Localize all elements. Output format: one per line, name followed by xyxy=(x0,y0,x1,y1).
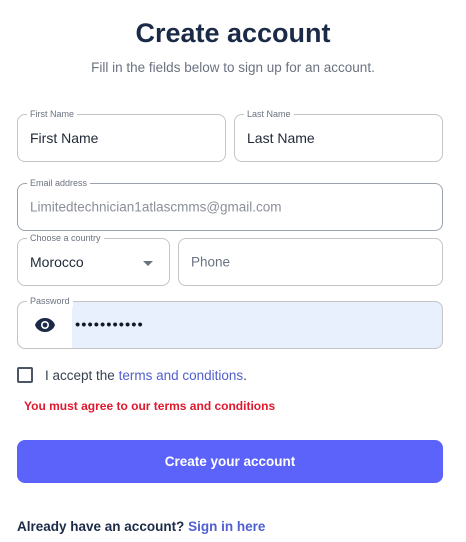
terms-link[interactable]: terms and conditions xyxy=(119,368,244,383)
country-select[interactable]: Choose a country Morocco xyxy=(17,232,170,286)
password-label: Password xyxy=(27,295,73,307)
country-value[interactable]: Morocco xyxy=(30,254,84,270)
password-value[interactable]: ••••••••••• xyxy=(75,317,144,334)
page-title: Create account xyxy=(135,18,331,48)
terms-row: I accept the terms and conditions. xyxy=(17,366,247,384)
last-name-value[interactable]: Last Name xyxy=(247,130,315,146)
password-field[interactable]: Password ••••••••••• xyxy=(17,295,443,349)
country-label: Choose a country xyxy=(27,232,104,244)
signup-page: Create account Fill in the fields below … xyxy=(0,0,466,542)
phone-field[interactable]: Phone xyxy=(178,238,443,286)
last-name-field[interactable]: Last Name Last Name xyxy=(234,108,443,162)
phone-placeholder[interactable]: Phone xyxy=(191,255,230,270)
terms-checkbox[interactable] xyxy=(17,367,33,383)
email-field[interactable]: Email address Limitedtechnician1atlascmm… xyxy=(17,177,443,231)
signin-prompt: Already have an account? Sign in here xyxy=(17,519,265,534)
first-name-label: First Name xyxy=(27,108,78,120)
password-toggle-button[interactable] xyxy=(18,302,72,348)
page-subtitle: Fill in the fields below to sign up for … xyxy=(91,60,375,75)
signin-prompt-text: Already have an account? xyxy=(17,519,185,534)
last-name-label: Last Name xyxy=(244,108,294,120)
first-name-value[interactable]: First Name xyxy=(30,130,98,146)
email-value[interactable]: Limitedtechnician1atlascmms@gmail.com xyxy=(30,200,282,215)
terms-text: I accept the terms and conditions. xyxy=(45,368,247,383)
terms-prefix: I accept the xyxy=(45,367,115,383)
signin-link[interactable]: Sign in here xyxy=(188,519,265,534)
first-name-field[interactable]: First Name First Name xyxy=(17,108,226,162)
terms-error-message: You must agree to our terms and conditio… xyxy=(24,399,276,413)
eye-icon[interactable] xyxy=(34,317,56,333)
terms-suffix: . xyxy=(243,367,247,383)
email-label: Email address xyxy=(27,177,91,189)
create-account-button[interactable]: Create your account xyxy=(17,440,443,483)
caret-down-icon[interactable] xyxy=(143,261,153,266)
